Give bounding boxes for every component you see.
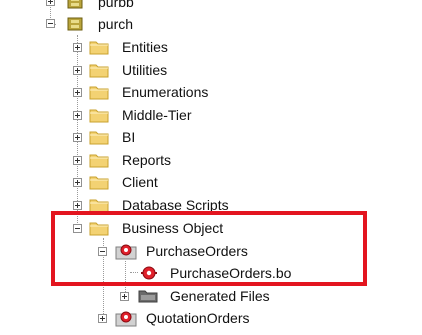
expand-toggle[interactable]: [73, 43, 82, 52]
tree-item-enumerations[interactable]: Enumerations: [0, 81, 220, 103]
tree-item-utilities[interactable]: Utilities: [0, 59, 220, 81]
folder-icon: [89, 174, 109, 190]
expand-toggle[interactable]: [73, 111, 82, 120]
tree-item-label: purch: [98, 16, 134, 32]
business-object-icon: [115, 309, 137, 327]
tree-item-label: Entities: [122, 39, 168, 55]
solution-tree: purbb purch Entities Utilities Enumerati…: [0, 0, 422, 335]
tree-item-label: Enumerations: [122, 84, 209, 100]
tree-item-generated-files[interactable]: Generated Files: [0, 285, 300, 307]
expand-toggle[interactable]: [46, 0, 55, 6]
tree-item-purbb[interactable]: purbb: [0, 0, 200, 13]
tree-item-label: Client: [122, 174, 158, 190]
tree-item-client[interactable]: Client: [0, 171, 220, 193]
package-icon: [66, 0, 84, 11]
tree-item-purch[interactable]: purch: [0, 13, 200, 35]
folder-icon: [89, 107, 109, 123]
tree-item-entities[interactable]: Entities: [0, 36, 220, 58]
tree-item-label: purbb: [98, 0, 134, 10]
expand-toggle[interactable]: [73, 66, 82, 75]
expand-toggle[interactable]: [73, 88, 82, 97]
highlight-box: [51, 211, 367, 286]
folder-icon: [89, 62, 109, 78]
expand-toggle[interactable]: [120, 292, 129, 301]
expand-toggle[interactable]: [73, 156, 82, 165]
expand-toggle[interactable]: [73, 133, 82, 142]
expand-toggle[interactable]: [73, 201, 82, 210]
package-icon: [66, 15, 84, 33]
tree-item-bi[interactable]: BI: [0, 126, 220, 148]
collapse-toggle[interactable]: [46, 19, 55, 28]
tree-item-label: Reports: [122, 152, 172, 168]
folder-icon: [89, 129, 109, 145]
tree-item-middle-tier[interactable]: Middle-Tier: [0, 104, 220, 126]
gray-folder-icon: [138, 289, 158, 303]
tree-item-label: Middle-Tier: [122, 107, 192, 123]
tree-item-label: Utilities: [122, 62, 168, 78]
folder-icon: [89, 152, 109, 168]
tree-item-quotationorders[interactable]: QuotationOrders: [0, 307, 300, 329]
folder-icon: [89, 39, 109, 55]
expand-toggle[interactable]: [73, 178, 82, 187]
tree-item-label: QuotationOrders: [146, 310, 250, 326]
tree-item-reports[interactable]: Reports: [0, 149, 220, 171]
tree-item-label: Generated Files: [170, 288, 270, 304]
expand-toggle[interactable]: [98, 314, 107, 323]
folder-icon: [89, 84, 109, 100]
tree-item-label: BI: [122, 129, 136, 145]
